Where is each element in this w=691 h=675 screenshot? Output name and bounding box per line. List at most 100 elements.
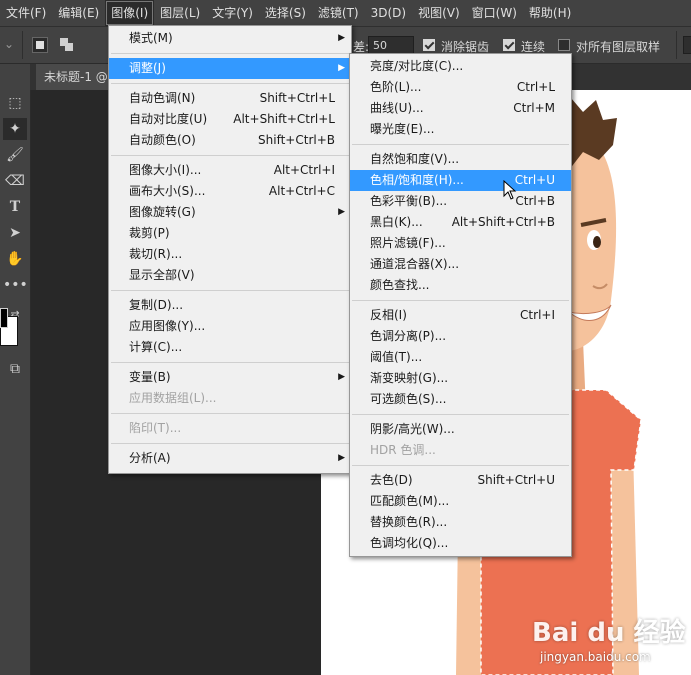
adjust-menu-item-11[interactable]: 颜色查找... (350, 275, 571, 296)
adjust-menu-item-19[interactable]: 阴影/高光(W)... (350, 419, 571, 440)
menu-item-label: 替换颜色(R)... (370, 515, 448, 529)
menu-image[interactable]: 图像(I) (105, 0, 155, 26)
add-to-selection-icon[interactable] (60, 38, 74, 52)
adjust-menu-item-9[interactable]: 照片滤镜(F)... (350, 233, 571, 254)
menu-view[interactable]: 视图(V) (412, 0, 466, 26)
menu-item-label: 可选颜色(S)... (370, 392, 447, 406)
menu-item-label: 通道混合器(X)... (370, 257, 460, 271)
menu-item-label: HDR 色调... (370, 443, 436, 457)
image-menu-item-16[interactable]: 应用图像(Y)... (109, 316, 351, 337)
adjust-menu-item-7[interactable]: 色彩平衡(B)... Ctrl+B (350, 191, 571, 212)
menu-item-label: 曝光度(E)... (370, 122, 435, 136)
tolerance-input[interactable] (368, 36, 414, 54)
menu-item-shortcut: Ctrl+L (516, 80, 555, 94)
adjust-menu-item-15[interactable]: 阈值(T)... (350, 347, 571, 368)
submenu-arrow-icon: ▶ (338, 33, 345, 43)
image-menu-item-24[interactable]: 分析(A) ▶ (109, 448, 351, 469)
adjust-menu-item-14[interactable]: 色调分离(P)... (350, 326, 571, 347)
image-menu-item-15[interactable]: 复制(D)... (109, 295, 351, 316)
all-layers-checkbox[interactable] (558, 39, 570, 51)
adjustments-submenu: 亮度/对比度(C)... 色阶(L)... Ctrl+L 曲线(U)... Ctrl+M… (349, 53, 572, 557)
path-selection-tool-icon[interactable]: ➤ (3, 222, 27, 244)
dropdown-chevron-icon[interactable]: ⌄ (4, 37, 14, 51)
adjust-menu-item-13[interactable]: 反相(I) Ctrl+I (350, 305, 571, 326)
image-menu-item-8[interactable]: 图像大小(I)... Alt+Ctrl+I (109, 160, 351, 181)
menu-select[interactable]: 选择(S) (259, 0, 312, 26)
image-menu-item-10[interactable]: 图像旋转(G) ▶ (109, 202, 351, 223)
submenu-arrow-icon: ▶ (338, 453, 345, 463)
image-menu-item-22: 陷印(T)... (109, 418, 351, 439)
menu-item-shortcut: Shift+Ctrl+L (259, 91, 335, 105)
menu-separator (111, 290, 349, 291)
menu-item-label: 颜色查找... (370, 278, 430, 292)
adjust-menu-item-0[interactable]: 亮度/对比度(C)... (350, 56, 571, 77)
menu-item-label: 模式(M) (129, 31, 173, 45)
foreground-color-swatch[interactable] (0, 308, 8, 328)
menu-item-shortcut: Alt+Ctrl+C (268, 184, 335, 198)
contiguous-checkbox[interactable] (503, 39, 515, 51)
more-tools-icon[interactable]: ••• (3, 274, 28, 296)
menu-type[interactable]: 文字(Y) (206, 0, 259, 26)
adjust-menu-item-3[interactable]: 曝光度(E)... (350, 119, 571, 140)
menu-item-shortcut: Ctrl+U (514, 173, 555, 187)
image-menu-item-5[interactable]: 自动对比度(U) Alt+Shift+Ctrl+L (109, 109, 351, 130)
image-menu-item-12[interactable]: 裁切(R)... (109, 244, 351, 265)
menu-item-label: 去色(D) (370, 473, 413, 487)
image-menu-item-2[interactable]: 调整(J) ▶ (109, 58, 351, 79)
hand-tool-icon[interactable]: ✋ (3, 248, 27, 270)
adjust-menu-item-23[interactable]: 匹配颜色(M)... (350, 491, 571, 512)
image-menu-item-17[interactable]: 计算(C)... (109, 337, 351, 358)
adjust-menu-item-6[interactable]: 色相/饱和度(H)... Ctrl+U (350, 170, 571, 191)
marquee-tool-icon[interactable]: ⬚ (3, 92, 27, 114)
menu-window[interactable]: 窗口(W) (466, 0, 523, 26)
refine-edge-button[interactable] (683, 36, 691, 54)
type-tool-icon[interactable]: T (3, 196, 27, 218)
image-menu-item-13[interactable]: 显示全部(V) (109, 265, 351, 286)
menu-item-shortcut: Ctrl+M (513, 101, 555, 115)
adjust-menu-item-5[interactable]: 自然饱和度(V)... (350, 149, 571, 170)
adjust-menu-item-16[interactable]: 渐变映射(G)... (350, 368, 571, 389)
adjust-menu-item-2[interactable]: 曲线(U)... Ctrl+M (350, 98, 571, 119)
adjust-menu-item-17[interactable]: 可选颜色(S)... (350, 389, 571, 410)
menu-separator (111, 443, 349, 444)
image-menu-item-6[interactable]: 自动颜色(O) Shift+Ctrl+B (109, 130, 351, 151)
new-selection-icon[interactable] (32, 37, 48, 53)
image-menu-item-9[interactable]: 画布大小(S)... Alt+Ctrl+C (109, 181, 351, 202)
menu-help[interactable]: 帮助(H) (523, 0, 577, 26)
adjust-menu-item-25[interactable]: 色调均化(Q)... (350, 533, 571, 554)
menu-item-label: 匹配颜色(M)... (370, 494, 450, 508)
menu-edit[interactable]: 编辑(E) (52, 0, 105, 26)
menu-separator (352, 465, 569, 466)
image-menu-item-19[interactable]: 变量(B) ▶ (109, 367, 351, 388)
menu-item-label: 黑白(K)... (370, 215, 423, 229)
menu-item-label: 阈值(T)... (370, 350, 423, 364)
adjust-menu-item-22[interactable]: 去色(D) Shift+Ctrl+U (350, 470, 571, 491)
submenu-arrow-icon: ▶ (338, 372, 345, 382)
antialias-checkbox[interactable] (423, 39, 435, 51)
brush-tool-icon[interactable]: 🖌 (3, 144, 27, 166)
menu-item-label: 画布大小(S)... (129, 184, 206, 198)
adjust-menu-item-10[interactable]: 通道混合器(X)... (350, 254, 571, 275)
menu-item-label: 图像大小(I)... (129, 163, 202, 177)
image-menu-item-0[interactable]: 模式(M) ▶ (109, 28, 351, 49)
menu-filter[interactable]: 滤镜(T) (312, 0, 365, 26)
menu-item-label: 显示全部(V) (129, 268, 195, 282)
image-menu-item-4[interactable]: 自动色调(N) Shift+Ctrl+L (109, 88, 351, 109)
menu-separator (352, 144, 569, 145)
screen-mode-icon[interactable]: ⧉ (3, 358, 27, 380)
menu-item-label: 自动颜色(O) (129, 133, 196, 147)
menu-file[interactable]: 文件(F) (0, 0, 52, 26)
adjust-menu-item-1[interactable]: 色阶(L)... Ctrl+L (350, 77, 571, 98)
menu-bar: 文件(F) 编辑(E) 图像(I) 图层(L) 文字(Y) 选择(S) 滤镜(T… (0, 0, 691, 26)
eraser-tool-icon[interactable]: ⌫ (3, 170, 27, 192)
menu-layer[interactable]: 图层(L) (154, 0, 206, 26)
adjust-menu-item-24[interactable]: 替换颜色(R)... (350, 512, 571, 533)
magic-wand-tool-icon[interactable]: ✦ (3, 118, 27, 140)
adjust-menu-item-8[interactable]: 黑白(K)... Alt+Shift+Ctrl+B (350, 212, 571, 233)
image-menu-item-11[interactable]: 裁剪(P) (109, 223, 351, 244)
menu-item-label: 自动色调(N) (129, 91, 196, 105)
menu-3d[interactable]: 3D(D) (365, 0, 412, 26)
baidu-watermark-logo: Bai du 经验 (532, 618, 686, 648)
menu-item-label: 亮度/对比度(C)... (370, 59, 464, 73)
menu-separator (352, 300, 569, 301)
